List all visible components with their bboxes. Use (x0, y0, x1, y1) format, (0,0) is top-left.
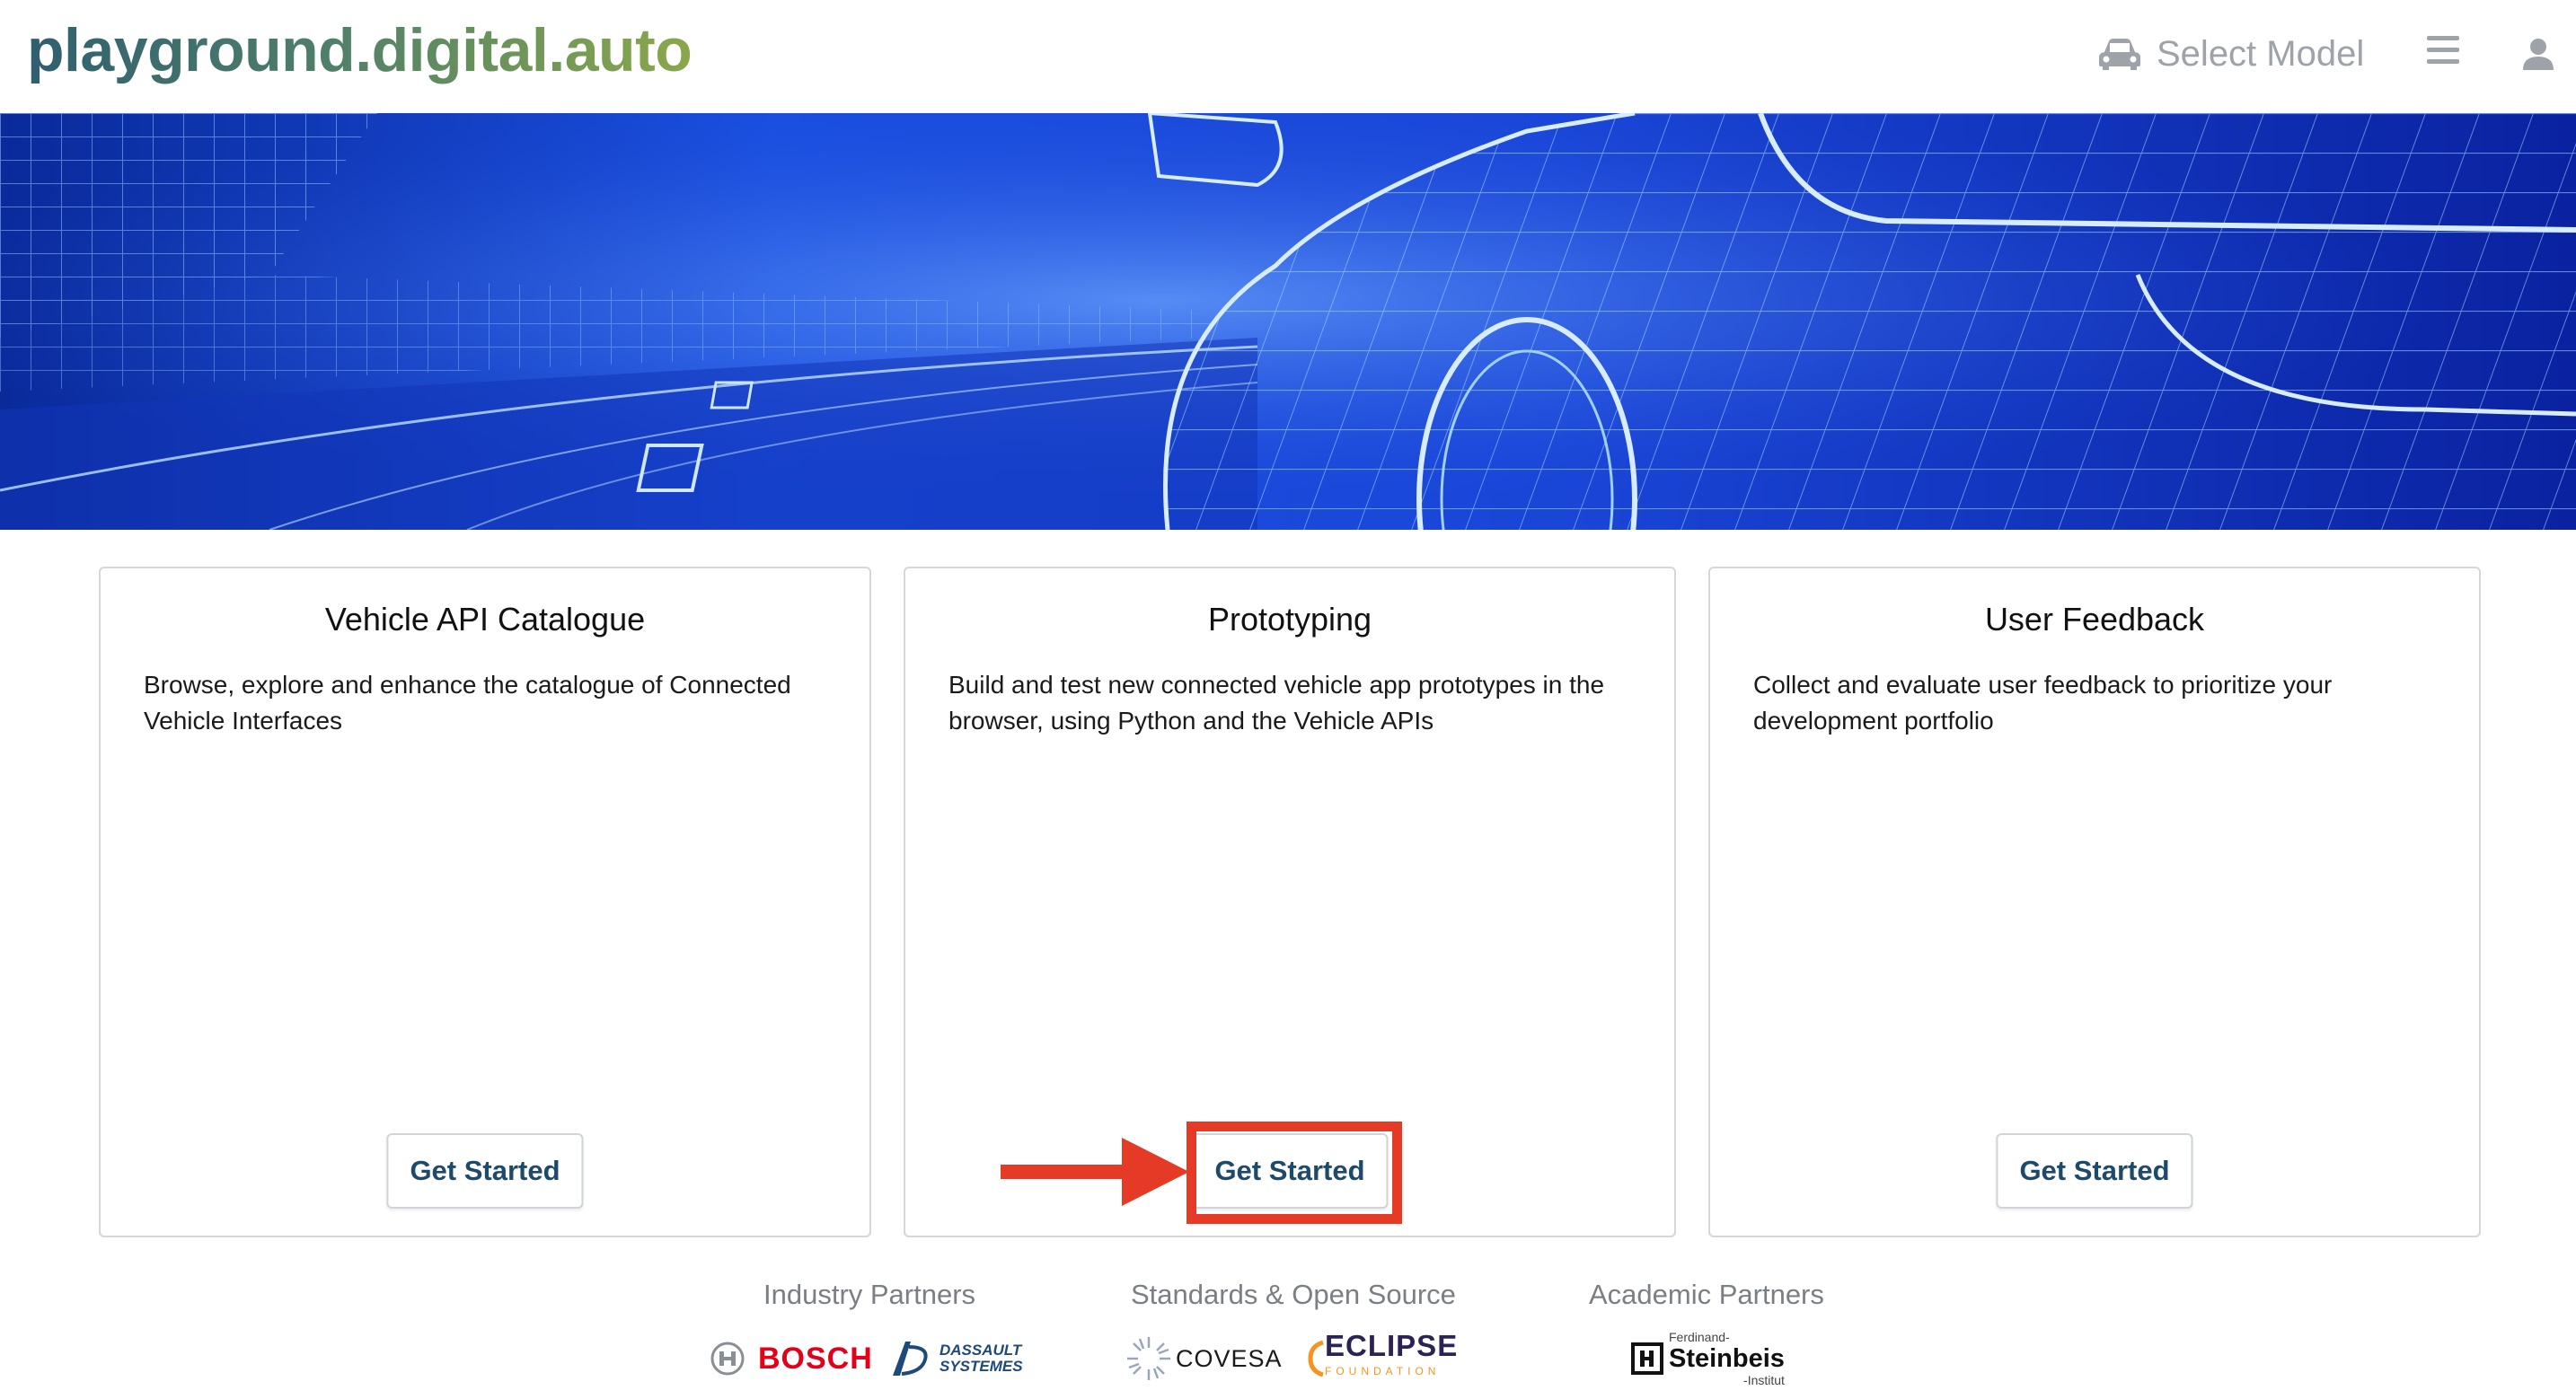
card-title: User Feedback (1984, 601, 2205, 638)
dassault-emblem-icon (893, 1342, 928, 1376)
get-started-button-api-catalogue[interactable]: Get Started (386, 1133, 584, 1209)
card-title: Vehicle API Catalogue (324, 601, 646, 638)
card-user-feedback: User Feedback Collect and evaluate user … (1708, 567, 2481, 1237)
steinbeis-emblem-icon (1631, 1342, 1663, 1375)
covesa-wordmark: COVESA (1176, 1344, 1283, 1372)
steinbeis-logo[interactable]: Ferdinand- Steinbeis -Institut (1631, 1330, 1785, 1387)
eclipse-subtitle: FOUNDATION (1325, 1365, 1441, 1377)
card-description: Collect and evaluate user feedback to pr… (1753, 671, 2333, 735)
arrow-annotation-icon (1001, 1138, 1189, 1206)
card-title: Prototyping (1207, 601, 1372, 638)
select-model-label: Select Model (2157, 33, 2365, 74)
academic-partners-heading: Academic Partners (1589, 1279, 1824, 1310)
select-model-button[interactable]: Select Model (2097, 27, 2364, 81)
highlight-box (1187, 1122, 1402, 1224)
card-vehicle-api-catalogue: Vehicle API Catalogue Browse, explore an… (99, 567, 871, 1237)
card-description: Browse, explore and enhance the catalogu… (144, 671, 791, 735)
top-navbar: playground.digital.auto Select Model (0, 0, 2576, 113)
bosch-wordmark: BOSCH (758, 1341, 873, 1376)
user-icon[interactable] (2520, 36, 2556, 72)
dassault-logo[interactable]: DASSAULT SYSTEMES (889, 1332, 1023, 1386)
brand-logo[interactable]: playground.digital.auto (27, 13, 693, 88)
eclipse-arc-icon (1308, 1340, 1324, 1377)
covesa-emblem-icon (1127, 1337, 1170, 1380)
dassault-wordmark-line2: SYSTEMES (940, 1358, 1023, 1375)
steinbeis-sub-text: -Institut (1743, 1373, 1785, 1387)
dassault-wordmark-line1: DASSAULT (940, 1342, 1022, 1359)
hero-banner (0, 113, 2576, 530)
standards-heading: Standards & Open Source (1131, 1279, 1456, 1310)
wireframe-car-image (0, 113, 2576, 530)
bosch-emblem-icon (710, 1342, 745, 1376)
industry-partners-heading: Industry Partners (763, 1279, 976, 1310)
steinbeis-wordmark: Steinbeis (1669, 1344, 1785, 1373)
car-icon (2099, 39, 2140, 70)
menu-icon[interactable] (2427, 36, 2459, 72)
bosch-logo[interactable]: BOSCH (710, 1332, 873, 1386)
steinbeis-top-text: Ferdinand- (1669, 1330, 1730, 1344)
eclipse-logo[interactable]: ECLIPSE FOUNDATION (1307, 1329, 1459, 1386)
eclipse-wordmark: ECLIPSE (1325, 1329, 1459, 1362)
card-description: Build and test new connected vehicle app… (948, 671, 1605, 735)
covesa-logo[interactable]: COVESA (1125, 1332, 1283, 1386)
get-started-button-user-feedback[interactable]: Get Started (1996, 1133, 2193, 1209)
